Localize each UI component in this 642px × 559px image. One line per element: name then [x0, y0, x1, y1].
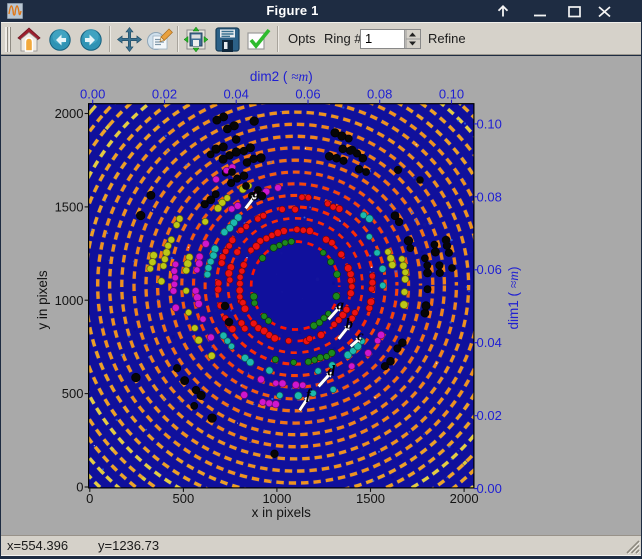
svg-text:0: 0	[76, 480, 83, 495]
svg-text:0.10: 0.10	[477, 116, 502, 131]
svg-text:0.06: 0.06	[295, 87, 320, 102]
svg-text:y in pixels: y in pixels	[35, 270, 50, 330]
svg-text:0.02: 0.02	[152, 87, 177, 102]
svg-text:0.00: 0.00	[80, 87, 105, 102]
svg-text:0.08: 0.08	[477, 189, 502, 204]
svg-text:0.04: 0.04	[477, 335, 502, 350]
svg-text:0.08: 0.08	[367, 87, 392, 102]
svg-text:0.10: 0.10	[439, 87, 464, 102]
svg-text:1500: 1500	[55, 199, 84, 214]
svg-text:g: g	[252, 186, 261, 202]
svg-text:b: b	[346, 317, 354, 333]
svg-text:1000: 1000	[55, 293, 84, 308]
svg-text:c: c	[357, 329, 364, 345]
svg-text:2000: 2000	[450, 491, 479, 506]
svg-text:0.00: 0.00	[477, 481, 502, 496]
svg-text:dim1 ( ≈m): dim1 ( ≈m)	[506, 267, 521, 330]
svg-text:x in pixels: x in pixels	[252, 505, 312, 520]
svg-text:0.04: 0.04	[224, 87, 249, 102]
svg-text:dim2 ( ≈m): dim2 ( ≈m)	[250, 69, 313, 84]
svg-text:a: a	[337, 298, 345, 314]
svg-text:1500: 1500	[356, 491, 385, 506]
svg-text:0: 0	[86, 491, 93, 506]
svg-text:500: 500	[173, 491, 195, 506]
svg-text:2000: 2000	[55, 106, 84, 121]
svg-text:0.02: 0.02	[477, 408, 502, 423]
svg-text:1000: 1000	[262, 491, 291, 506]
svg-text:0.06: 0.06	[477, 262, 502, 277]
svg-text:d: d	[328, 364, 336, 380]
svg-text:500: 500	[62, 386, 84, 401]
